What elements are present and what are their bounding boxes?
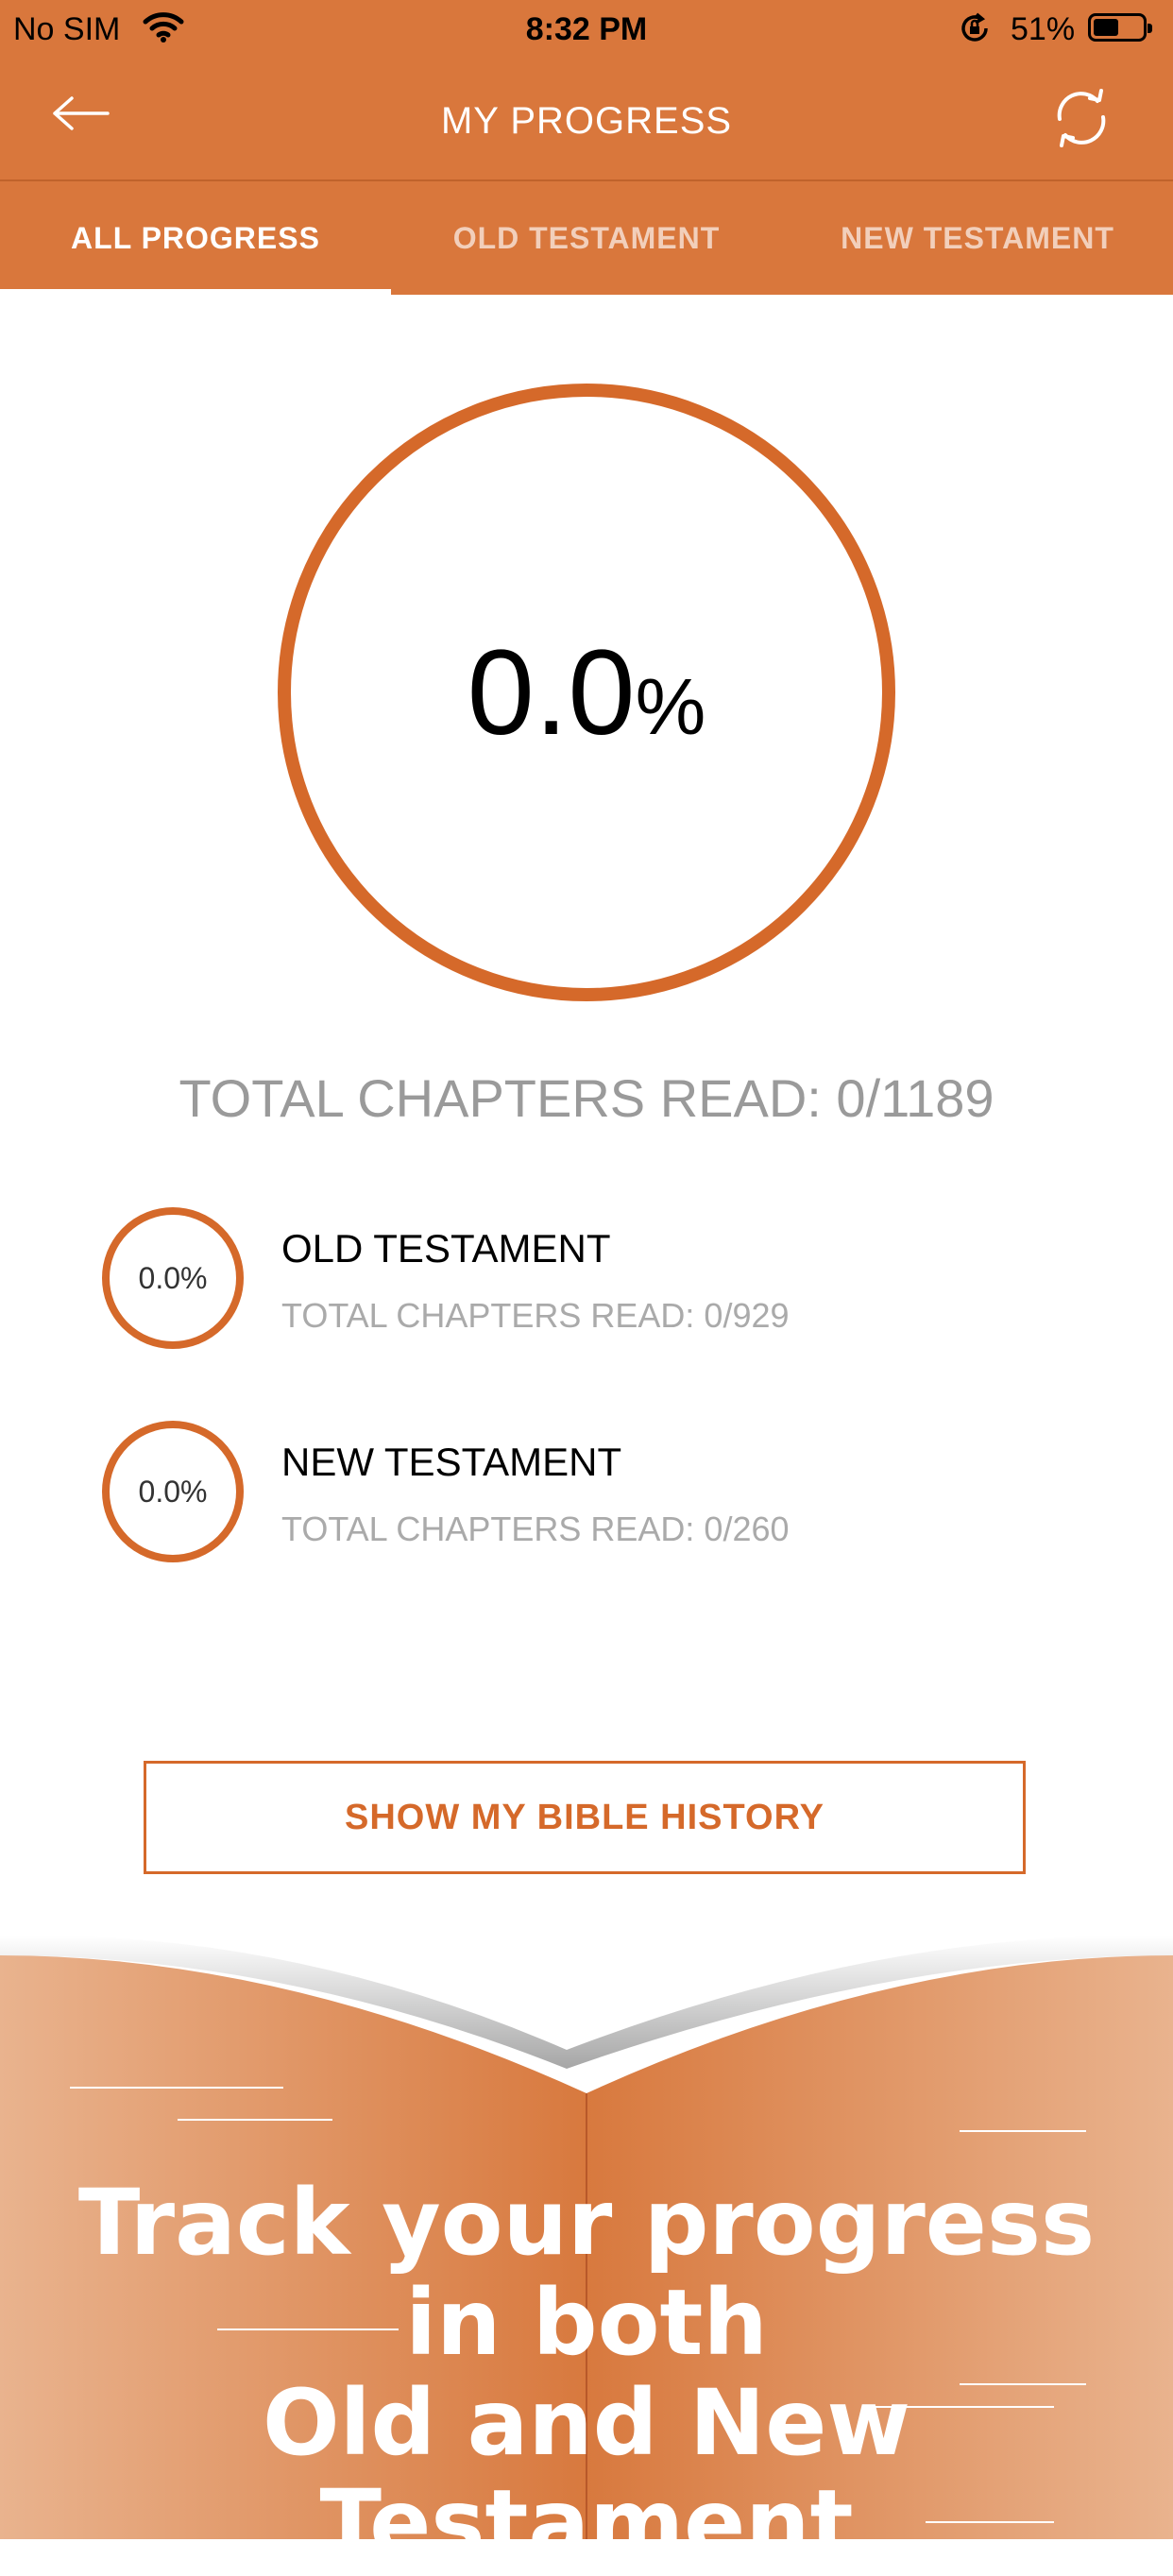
promo-line-3: Old and New Testament — [262, 2370, 911, 2576]
total-chapters-read: TOTAL CHAPTERS READ: 0/1189 — [178, 1068, 994, 1128]
show-bible-history-button[interactable]: SHOW MY BIBLE HISTORY — [144, 1761, 1026, 1874]
new-testament-progress-ring: 0.0% — [102, 1421, 244, 1562]
promo-banner: Track your progress in both Old and New … — [0, 1927, 1173, 2573]
tab-all-progress[interactable]: ALL PROGRESS — [0, 181, 391, 295]
sync-icon[interactable] — [1048, 85, 1114, 156]
tab-bar: ALL PROGRESS OLD TESTAMENT NEW TESTAMENT — [0, 181, 1173, 295]
nav-bar: MY PROGRESS — [0, 57, 1173, 181]
overall-percent-sign: % — [635, 661, 706, 751]
tab-old-testament[interactable]: OLD TESTAMENT — [391, 181, 782, 295]
new-testament-row: 0.0% NEW TESTAMENT TOTAL CHAPTERS READ: … — [102, 1421, 1141, 1572]
battery-percent: 51% — [1011, 11, 1076, 47]
tab-new-testament[interactable]: NEW TESTAMENT — [782, 181, 1173, 295]
old-testament-title: OLD TESTAMENT — [281, 1226, 611, 1271]
overall-percent-value: 0.0 — [467, 624, 636, 760]
overall-percent: 0.0% — [468, 623, 706, 762]
old-testament-progress-ring: 0.0% — [102, 1207, 244, 1349]
promo-line-1: Track your progress — [77, 2170, 1096, 2276]
promo-headline: Track your progress in both Old and New … — [0, 2173, 1173, 2573]
old-testament-chapters: TOTAL CHAPTERS READ: 0/929 — [281, 1296, 790, 1335]
overall-progress-ring: 0.0% — [278, 384, 895, 1001]
rotation-lock-icon — [958, 11, 992, 50]
page-title: MY PROGRESS — [440, 100, 733, 142]
clock: 8:32 PM — [525, 11, 648, 47]
promo-line-2: in both — [405, 2270, 768, 2376]
old-testament-row: 0.0% OLD TESTAMENT TOTAL CHAPTERS READ: … — [102, 1207, 1141, 1358]
battery-icon — [1088, 13, 1152, 42]
new-testament-title: NEW TESTAMENT — [281, 1440, 622, 1484]
new-testament-chapters: TOTAL CHAPTERS READ: 0/260 — [281, 1510, 790, 1548]
status-bar: No SIM 8:32 PM 51% — [0, 0, 1173, 57]
